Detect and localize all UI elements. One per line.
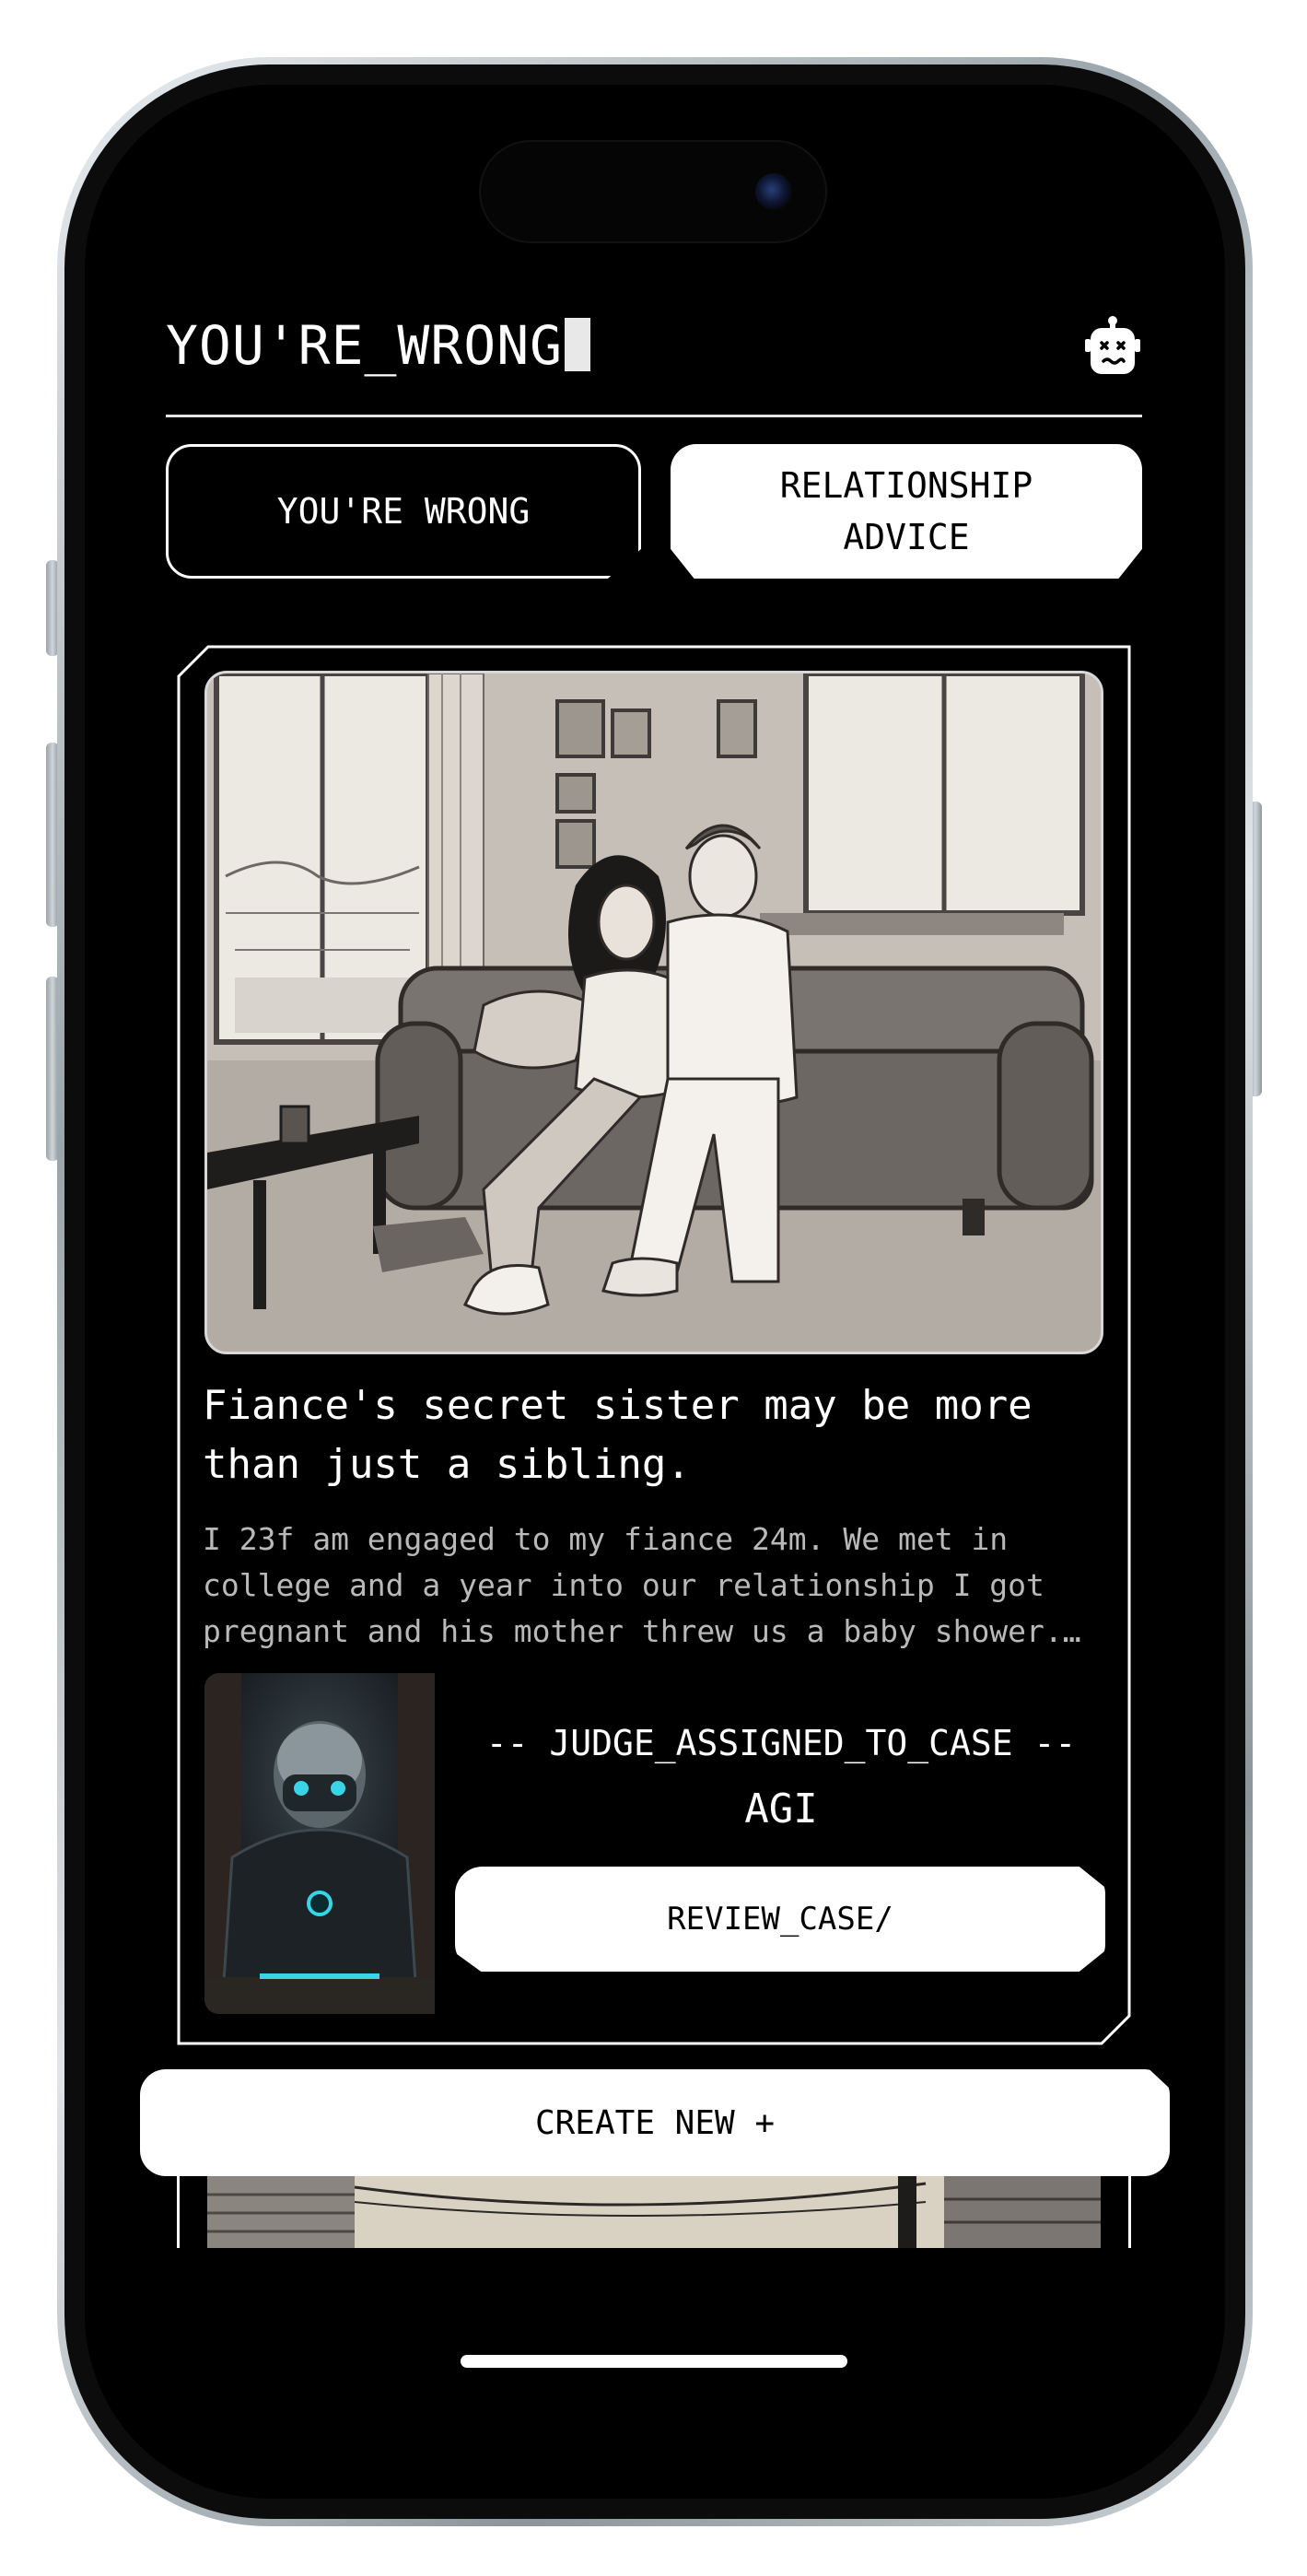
app-title-text: YOU'RE_WRONG — [166, 314, 564, 377]
home-indicator[interactable] — [461, 2355, 847, 2368]
create-new-button[interactable]: CREATE NEW + — [140, 2069, 1170, 2176]
robot-judge-portrait — [204, 1673, 435, 2014]
front-camera — [755, 173, 792, 210]
tab-youre-wrong[interactable]: YOU'RE WRONG — [166, 444, 641, 579]
tab-relationship-advice[interactable]: RELATIONSHIP ADVICE — [671, 444, 1142, 579]
review-case-button[interactable]: REVIEW_CASE/ — [455, 1867, 1105, 1972]
couple-on-sofa-illustration — [207, 673, 1101, 1352]
dynamic-island — [479, 140, 827, 243]
robot-face-icon[interactable] — [1083, 315, 1142, 376]
next-post-card[interactable] — [177, 2176, 1131, 2248]
text-cursor — [565, 318, 591, 371]
judge-name: AGI — [744, 1786, 818, 1832]
post-excerpt: I 23f am engaged to my fiance 24m. We me… — [203, 1521, 1063, 1649]
post-title[interactable]: Fiance's secret sister may be more than … — [203, 1376, 1105, 1494]
header-divider — [166, 415, 1142, 417]
judge-assigned-heading: -- JUDGE_ASSIGNED_TO_CASE -- — [485, 1723, 1077, 1763]
judge-avatar — [204, 1673, 435, 2014]
next-post-illustration — [207, 2176, 1101, 2248]
post-illustration[interactable] — [204, 671, 1103, 1354]
app-title: YOU'RE_WRONG — [166, 313, 591, 378]
